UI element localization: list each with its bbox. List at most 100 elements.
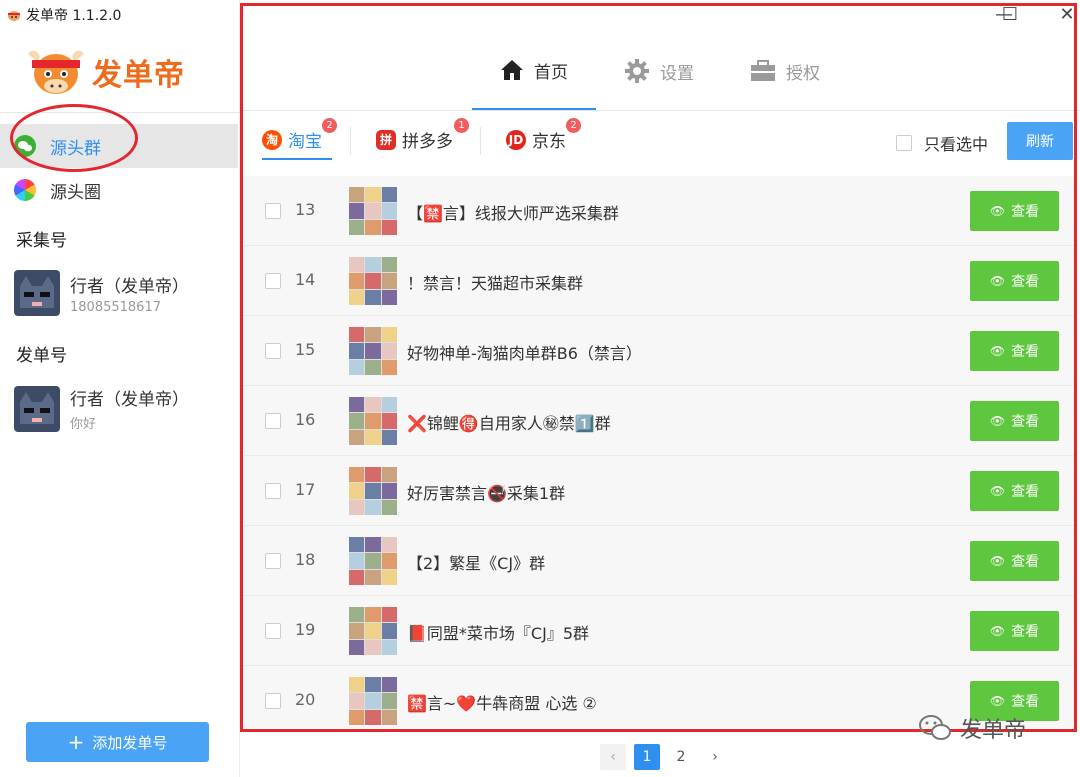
group-name: 🈲言~❤️牛犇商盟 心选 ② [407,694,597,713]
view-button[interactable]: 👁 查看 [970,541,1059,581]
maximize-icon[interactable]: ☐ [998,4,1022,25]
view-button[interactable]: 👁 查看 [970,401,1059,441]
logo-text: 发单帝 [92,58,185,93]
row-number: 14 [295,270,316,289]
tab-home[interactable]: 首页 [472,50,596,110]
table-row: 15 好物神单-淘猫肉单群B6（禁言） 👁 查看 [244,316,1076,386]
view-label: 查看 [1011,624,1040,640]
table-row: 14 ！禁言！天猫超市采集群 👁 查看 [244,246,1076,316]
group-list: 13 【🈲言】线报大师严选采集群 👁 查看 14 ！禁言！天猫超市采集群 👁 查看 15 好物神单… [244,176,1076,728]
add-sender-button[interactable]: + 添加发单号 [26,722,209,762]
only-selected-toggle[interactable]: 只看选中 [896,131,988,155]
eye-icon: 👁 [989,274,1006,288]
nav-label: 源头圈 [50,182,101,203]
row-checkbox[interactable] [265,623,281,639]
top-tabs: 首页 设置 授权 [240,50,1080,110]
row-checkbox[interactable] [265,273,281,289]
briefcase-icon [751,60,775,81]
nav-item-source-moments[interactable]: 源头圈 [0,168,238,212]
group-avatar [349,467,397,515]
platform-tab-jd[interactable]: JD 京东 2 [506,118,581,152]
group-avatar [349,327,397,375]
view-button[interactable]: 👁 查看 [970,331,1059,371]
row-checkbox[interactable] [265,693,281,709]
page-button[interactable]: 1 [634,744,660,770]
row-number: 16 [295,410,316,429]
row-checkbox[interactable] [265,203,281,219]
watermark-text: 发单帝 [960,718,1027,743]
tab-settings[interactable]: 设置 [596,50,722,92]
group-name: 好厉害禁言🚭采集1群 [407,484,566,503]
add-sender-label: 添加发单号 [92,733,168,752]
tab-authorization[interactable]: 授权 [722,50,848,92]
main-panel: — ☐ ✕ 首页 设置 授权 淘 淘宝 2 拼 拼多多 1 JD 京东 2 只看… [240,0,1080,777]
platform-bar: 淘 淘宝 2 拼 拼多多 1 JD 京东 2 只看选中 刷新 [240,111,1080,169]
plus-icon: + [67,730,85,754]
group-avatar [349,187,397,235]
wechat-watermark-icon [919,715,951,740]
page-button[interactable]: 2 [668,744,694,770]
platform-tab-pinduoduo[interactable]: 拼 拼多多 1 [376,118,469,152]
row-number: 17 [295,480,316,499]
tab-label: 设置 [660,63,694,84]
brand-logo: 发单帝 [24,44,185,100]
view-button[interactable]: 👁 查看 [970,471,1059,511]
table-row: 13 【🈲言】线报大师严选采集群 👁 查看 [244,176,1076,246]
divider [350,127,351,155]
view-label: 查看 [1011,204,1040,220]
view-label: 查看 [1011,274,1040,290]
eye-icon: 👁 [989,484,1006,498]
eye-icon: 👁 [989,624,1006,638]
eye-icon: 👁 [989,344,1006,358]
collect-account[interactable]: 行者（发单帝） 18085518617 [14,270,189,316]
group-name: 【🈲言】线报大师严选采集群 [407,204,619,223]
table-row: 18 【2】繁星《CJ》群 👁 查看 [244,526,1076,596]
platform-label: 京东 [532,132,566,152]
prev-page-icon[interactable]: ‹ [600,744,626,770]
group-avatar [349,607,397,655]
sidebar: 发单帝 1.1.2.0 发单帝 源头群 源头圈 采集号 行者（发单帝） 1808… [0,0,240,777]
group-name: ❌锦鲤🉐自用家人㊙禁1️⃣群 [407,414,611,433]
next-page-icon[interactable]: › [702,744,728,770]
window-title: 发单帝 1.1.2.0 [26,8,122,24]
row-checkbox[interactable] [265,343,281,359]
divider [480,127,481,155]
group-name: ！禁言！天猫超市采集群 [407,274,584,293]
refresh-button[interactable]: 刷新 [1007,122,1073,160]
eye-icon: 👁 [989,414,1006,428]
cow-mascot-icon [28,50,84,94]
send-account[interactable]: 行者（发单帝） 你好 [14,385,189,432]
eye-icon: 👁 [989,694,1006,708]
row-number: 18 [295,550,316,569]
count-badge: 2 [566,118,581,133]
view-label: 查看 [1011,554,1040,570]
eye-icon: 👁 [989,204,1006,218]
group-avatar [349,397,397,445]
send-section-label: 发单号 [16,346,67,366]
active-tab-indicator [262,158,332,160]
only-selected-label: 只看选中 [924,135,989,154]
view-button[interactable]: 👁 查看 [970,191,1059,231]
close-icon[interactable]: ✕ [1055,4,1079,25]
title-bar: 发单帝 1.1.2.0 [6,6,121,24]
jd-icon: JD [506,129,526,150]
view-label: 查看 [1011,414,1040,430]
row-checkbox[interactable] [265,413,281,429]
eye-icon: 👁 [989,554,1006,568]
tab-label: 授权 [786,63,820,84]
view-label: 查看 [1011,484,1040,500]
table-row: 16 ❌锦鲤🉐自用家人㊙禁1️⃣群 👁 查看 [244,386,1076,456]
avatar [14,270,60,316]
view-button[interactable]: 👁 查看 [970,261,1059,301]
app-window: 发单帝 1.1.2.0 发单帝 源头群 源头圈 采集号 行者（发单帝） 1808… [0,0,1080,777]
only-selected-checkbox[interactable] [896,135,912,151]
view-button[interactable]: 👁 查看 [970,611,1059,651]
row-checkbox[interactable] [265,553,281,569]
group-name: 好物神单-淘猫肉单群B6（禁言） [407,344,642,363]
account-status: 你好 [70,417,97,432]
group-avatar [349,537,397,585]
row-number: 15 [295,340,316,359]
platform-tab-taobao[interactable]: 淘 淘宝 2 [262,118,337,152]
row-checkbox[interactable] [265,483,281,499]
home-icon [501,60,523,80]
